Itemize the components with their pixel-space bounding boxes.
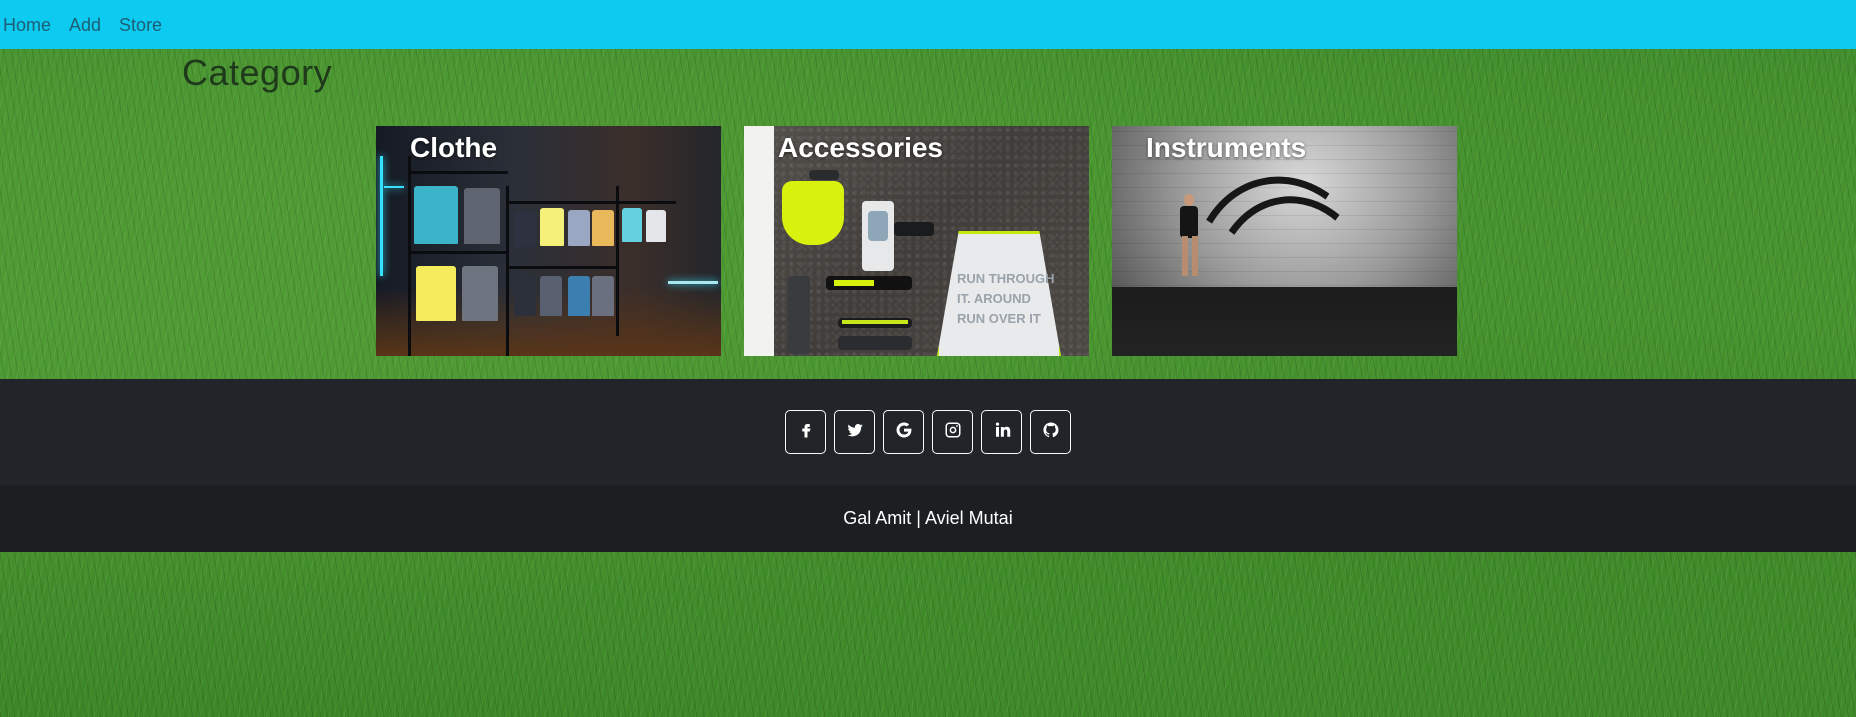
twitter-button[interactable] [834,410,875,454]
google-button[interactable] [883,410,924,454]
github-icon [1042,421,1060,444]
page-title: Category [182,52,333,93]
category-title-clothe: Clothe [410,132,498,163]
nav-store-link[interactable]: Store [119,7,162,43]
facebook-icon [797,421,815,444]
category-card-clothe[interactable]: Clothe [376,126,721,356]
social-links [0,379,1856,485]
category-card-accessories[interactable]: RUN THROUGH IT. AROUND RUN OVER IT Acces… [744,126,1089,356]
google-icon [895,421,913,444]
category-title-instruments: Instruments [1146,132,1307,163]
github-button[interactable] [1030,410,1071,454]
credits-bar: Gal Amit | Aviel Mutai [0,485,1856,552]
facebook-button[interactable] [785,410,826,454]
linkedin-icon [993,421,1011,444]
nav-add-link[interactable]: Add [69,7,101,43]
instagram-button[interactable] [932,410,973,454]
category-cards: Clothe RUN THROUGH IT. AROUND RUN OVER I… [376,126,1457,356]
linkedin-button[interactable] [981,410,1022,454]
category-title-accessories: Accessories [778,132,944,163]
twitter-icon [846,421,864,444]
category-card-instruments[interactable]: Instruments [1112,126,1457,356]
footer: Gal Amit | Aviel Mutai [0,379,1856,552]
credits-text: Gal Amit | Aviel Mutai [843,508,1013,528]
top-navbar: Home Add Store [0,0,1856,49]
nav-home-link[interactable]: Home [3,7,51,43]
instagram-icon [944,421,962,444]
